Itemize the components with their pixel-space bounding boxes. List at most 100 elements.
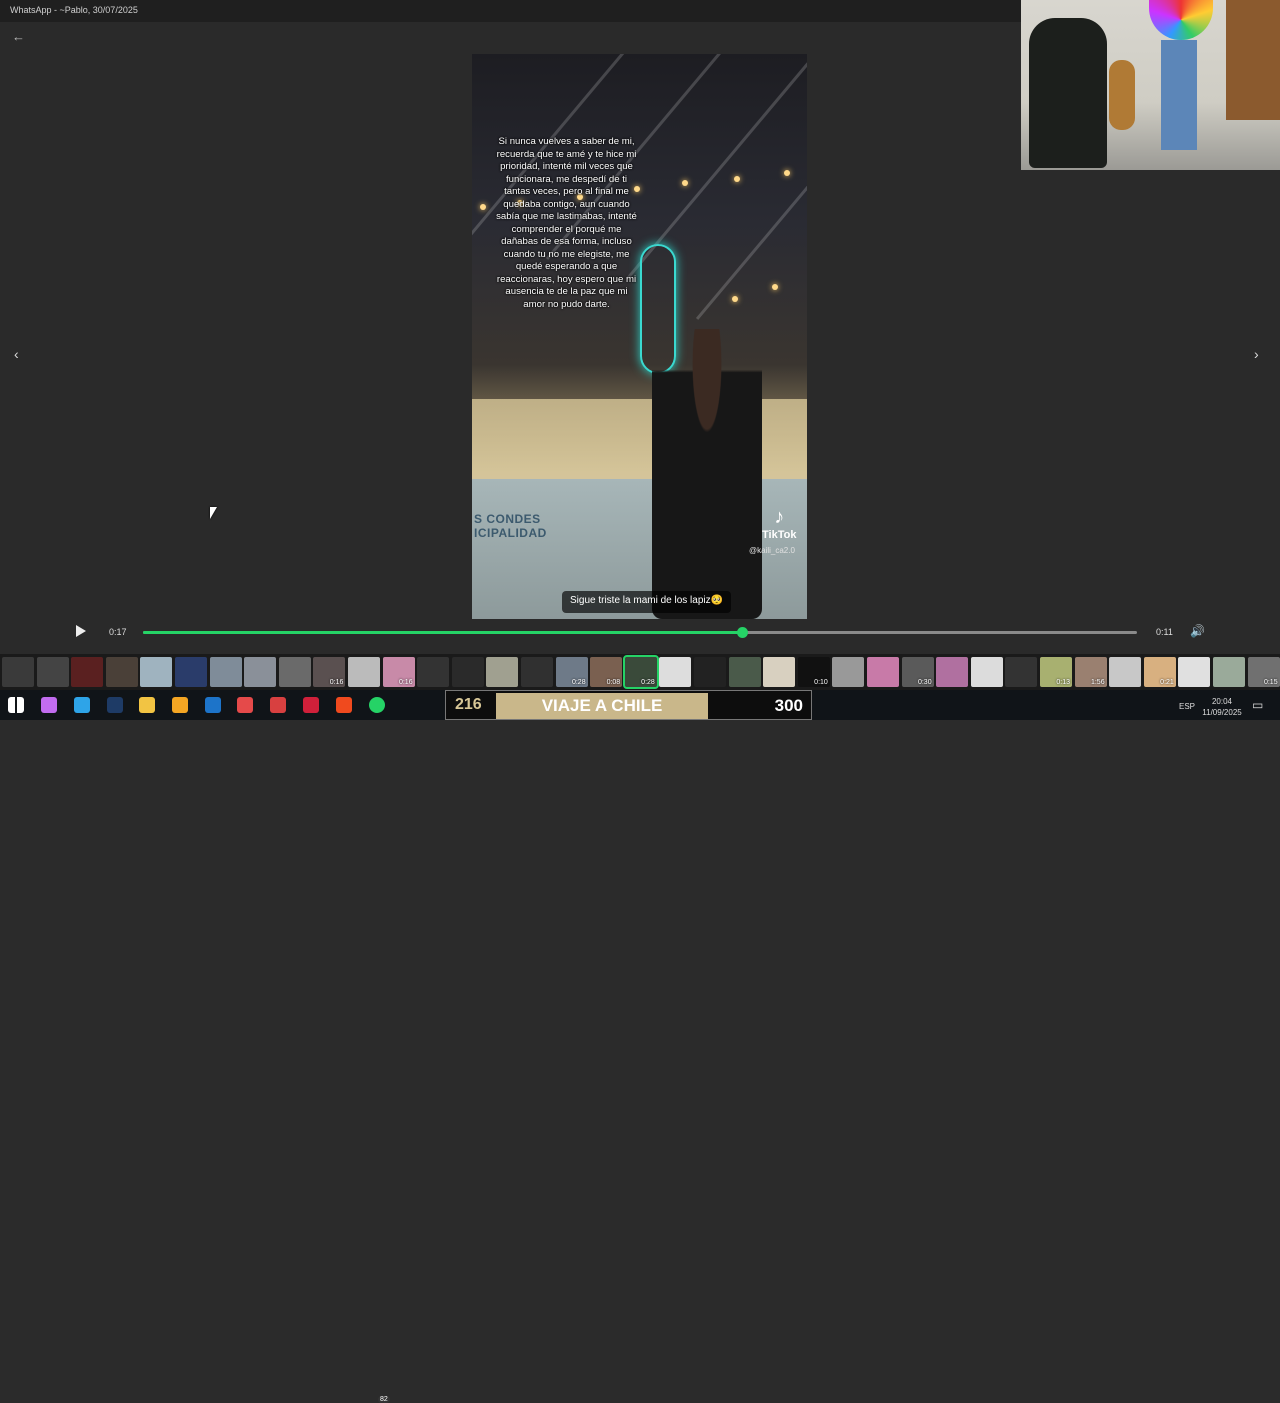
- seek-handle[interactable]: [737, 627, 749, 638]
- previous-media-chevron-icon[interactable]: ‹: [14, 346, 19, 362]
- thumbnail-duration: 0:30: [917, 679, 932, 686]
- media-thumbnail[interactable]: [659, 657, 692, 687]
- woman-figure: [652, 329, 762, 619]
- brave-icon[interactable]: [336, 697, 352, 713]
- media-thumbnail[interactable]: 0:16: [382, 657, 415, 687]
- edge-icon[interactable]: [74, 697, 90, 713]
- media-thumbnail[interactable]: [209, 657, 242, 687]
- stream-goal-banner: 216 VIAJE A CHILE 300: [445, 690, 812, 720]
- duration: 0:11: [1156, 627, 1173, 637]
- media-thumbnail[interactable]: [2, 657, 34, 687]
- gaming-chair: [1029, 18, 1107, 168]
- clock-date: 11/09/2025: [1202, 708, 1242, 717]
- media-thumbnail[interactable]: [71, 657, 104, 687]
- play-icon[interactable]: [76, 625, 86, 637]
- thumbnail-duration: 0:10: [814, 679, 828, 686]
- notification-icon[interactable]: ▭: [1252, 698, 1263, 712]
- thumbnail-duration: 0:28: [571, 679, 586, 686]
- tiktok-username: @kaili_ca2.0: [749, 546, 795, 555]
- media-thumbnail[interactable]: [728, 657, 761, 687]
- goal-title: VIAJE A CHILE: [541, 696, 663, 715]
- video-overlay-text: Si nunca vuelves a saber de mi, recuerda…: [496, 136, 637, 310]
- thumbnail-duration: 0:08: [606, 679, 621, 686]
- media-thumbnail[interactable]: 1:56: [1074, 657, 1107, 687]
- media-thumbnail[interactable]: 0:13: [1040, 657, 1072, 687]
- thumbnail-duration: 0:16: [398, 679, 413, 686]
- media-thumbnail[interactable]: [936, 657, 969, 687]
- store-icon[interactable]: [172, 697, 188, 713]
- whatsapp-unread-badge: 82: [378, 1396, 390, 1403]
- media-thumbnail[interactable]: [1178, 657, 1211, 687]
- window-title: WhatsApp - ~Pablo, 30/07/2025: [10, 5, 138, 15]
- video-frame[interactable]: S CONDES ICIPALIDAD Si nunca vuelves a s…: [472, 54, 807, 619]
- door: [1226, 0, 1280, 120]
- file-explorer-icon[interactable]: [139, 697, 155, 713]
- media-thumbnail[interactable]: [486, 657, 519, 687]
- media-thumbnail[interactable]: 0:30: [901, 657, 934, 687]
- current-time: 0:17: [109, 627, 127, 637]
- tiktok-watermark: ♪ TikTok: [762, 506, 796, 541]
- outlook-icon[interactable]: [205, 697, 221, 713]
- opera-icon[interactable]: [303, 697, 319, 713]
- windows-start-icon[interactable]: [8, 697, 24, 713]
- thumbnail-duration: 0:21: [1160, 679, 1174, 686]
- media-thumbnail[interactable]: [244, 657, 277, 687]
- media-thumbnail-strip: 0:16 0:16 0:28 0:08 0:28 0:10 0:30 0:13 1:56 0:21…: [0, 654, 1280, 690]
- media-thumbnail[interactable]: [105, 657, 138, 687]
- media-thumbnail[interactable]: 0:15: [1247, 657, 1280, 687]
- barrier-sign-text: S CONDES ICIPALIDAD: [474, 512, 547, 540]
- mail-icon[interactable]: [237, 697, 253, 713]
- wall-poster: [1161, 40, 1197, 150]
- volume-icon[interactable]: 🔊: [1190, 624, 1205, 638]
- thumbnail-duration: 1:56: [1090, 679, 1105, 686]
- video-controls: 0:17 0:11 🔊: [66, 620, 1216, 644]
- seek-bar[interactable]: [143, 627, 1137, 638]
- media-thumbnail[interactable]: [417, 657, 450, 687]
- media-thumbnail[interactable]: [694, 657, 726, 687]
- media-thumbnail[interactable]: [140, 657, 173, 687]
- photoshop-icon[interactable]: [107, 697, 123, 713]
- tiktok-brand: TikTok: [762, 529, 797, 541]
- copilot-icon[interactable]: [41, 697, 57, 713]
- media-thumbnail[interactable]: [832, 657, 865, 687]
- media-thumbnail[interactable]: [36, 657, 69, 687]
- taskbar-clock[interactable]: 20:04 11/09/2025: [1200, 696, 1244, 718]
- goal-current-value: 216: [455, 696, 482, 713]
- media-thumbnail[interactable]: [278, 657, 311, 687]
- goal-title-bar: VIAJE A CHILE: [496, 693, 708, 719]
- media-thumbnail[interactable]: [970, 657, 1003, 687]
- media-thumbnail[interactable]: [348, 657, 380, 687]
- media-thumbnail[interactable]: 0:08: [590, 657, 623, 687]
- whatsapp-media-viewer: WhatsApp - ~Pablo, 30/07/2025 ← ‹ › S CO…: [0, 0, 1280, 690]
- input-language[interactable]: ESP: [1179, 702, 1195, 711]
- thumbnail-duration: 0:28: [641, 679, 655, 686]
- media-thumbnail[interactable]: [763, 657, 796, 687]
- clock-time: 20:04: [1211, 697, 1233, 706]
- back-arrow-icon[interactable]: ←: [12, 30, 28, 44]
- media-thumbnail[interactable]: 0:16: [313, 657, 346, 687]
- media-thumbnail[interactable]: [451, 657, 484, 687]
- media-thumbnail[interactable]: [1005, 657, 1038, 687]
- media-thumbnail[interactable]: 0:28: [622, 655, 659, 689]
- tiktok-note-icon: ♪: [774, 506, 785, 528]
- guitar: [1109, 60, 1135, 130]
- media-thumbnail[interactable]: 0:21: [1143, 657, 1176, 687]
- obs-icon[interactable]: [270, 697, 286, 713]
- mouse-cursor-icon: [210, 507, 217, 519]
- seek-progress: [143, 631, 743, 634]
- thumbnail-duration: 0:15: [1263, 679, 1278, 686]
- thumbnail-duration: 0:13: [1056, 679, 1070, 686]
- media-thumbnail[interactable]: 0:28: [555, 657, 588, 687]
- media-thumbnail[interactable]: [175, 657, 207, 687]
- media-thumbnail[interactable]: [1109, 657, 1142, 687]
- next-media-chevron-icon[interactable]: ›: [1254, 346, 1259, 362]
- media-thumbnail[interactable]: [521, 657, 553, 687]
- media-thumbnail[interactable]: [867, 657, 899, 687]
- prize-wheel: [1149, 0, 1213, 40]
- goal-target-value: 300: [774, 696, 803, 715]
- media-thumbnail[interactable]: 0:10: [797, 657, 830, 687]
- media-thumbnail[interactable]: [1213, 657, 1245, 687]
- media-caption: Sigue triste la mami de los lapiz🥺: [562, 591, 732, 613]
- streamer-webcam-overlay: [1021, 0, 1280, 170]
- whatsapp-icon[interactable]: [369, 697, 385, 713]
